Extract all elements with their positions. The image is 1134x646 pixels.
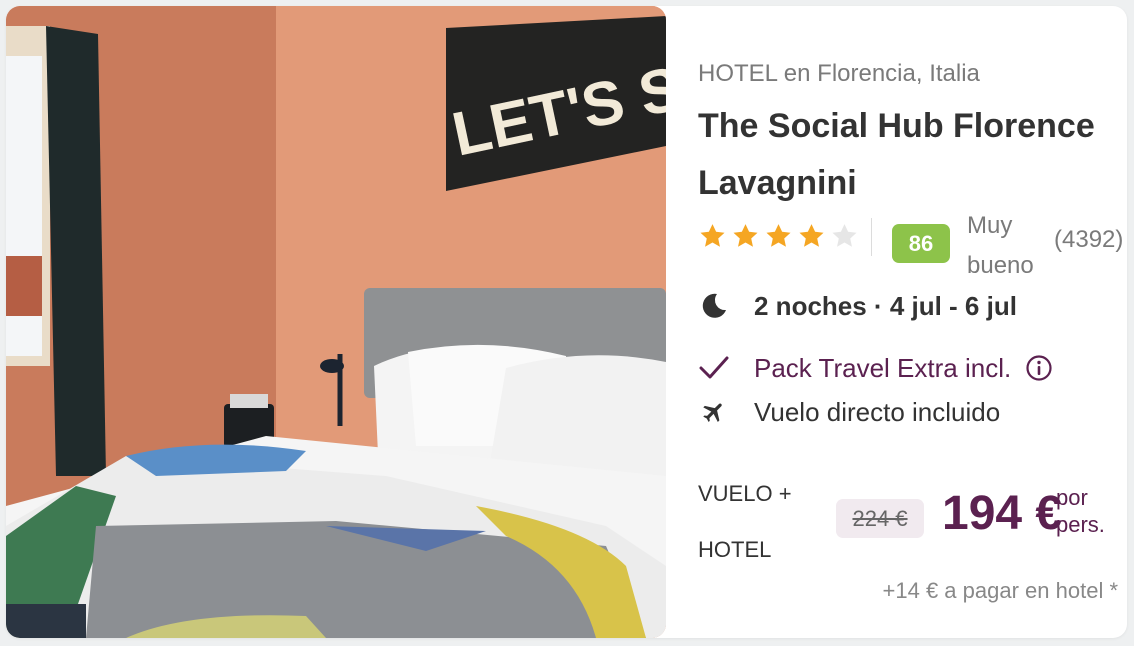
info-icon[interactable]	[1025, 354, 1053, 382]
hotel-photo[interactable]: LET'S STAY I	[6, 6, 666, 638]
pack-row[interactable]: Pack Travel Extra incl.	[698, 352, 1053, 384]
review-count[interactable]: (4392)	[1054, 226, 1123, 254]
rating-divider	[871, 218, 872, 256]
hotel-info: HOTEL en Florencia, Italia The Social Hu…	[698, 6, 1123, 638]
price-unit: por pers.	[1056, 485, 1105, 537]
star-rating	[698, 222, 859, 250]
nights-row: 2 noches · 4 jul - 6 jul	[698, 290, 1017, 322]
score-badge: 86	[892, 224, 950, 263]
moon-icon	[698, 290, 730, 322]
star-filled-icon	[766, 224, 791, 247]
package-type: VUELO + HOTEL	[698, 481, 792, 562]
flight-row: Vuelo directo incluido	[698, 396, 1000, 428]
old-price: 224 €	[836, 499, 924, 538]
flight-text: Vuelo directo incluido	[754, 396, 1001, 427]
star-empty-icon	[832, 224, 857, 247]
airplane-icon	[698, 396, 730, 428]
score-label: Muy bueno	[967, 212, 1034, 279]
star-filled-icon	[700, 224, 725, 247]
hotel-fee-note: +14 € a pagar en hotel *	[882, 578, 1118, 603]
rating-row: 86 Muy bueno (4392)	[698, 206, 1127, 279]
check-icon	[698, 352, 730, 384]
pack-text[interactable]: Pack Travel Extra incl.	[754, 353, 1011, 384]
hotel-location: HOTEL en Florencia, Italia	[698, 60, 980, 87]
nights-text: 2 noches · 4 jul - 6 jul	[754, 290, 1017, 321]
star-filled-icon	[799, 224, 824, 247]
price: 194 €	[942, 487, 1063, 540]
hotel-name[interactable]: The Social Hub Florence Lavagnini	[698, 98, 1118, 212]
star-filled-icon	[733, 224, 758, 247]
hotel-card[interactable]: LET'S STAY I HO	[6, 6, 1127, 638]
